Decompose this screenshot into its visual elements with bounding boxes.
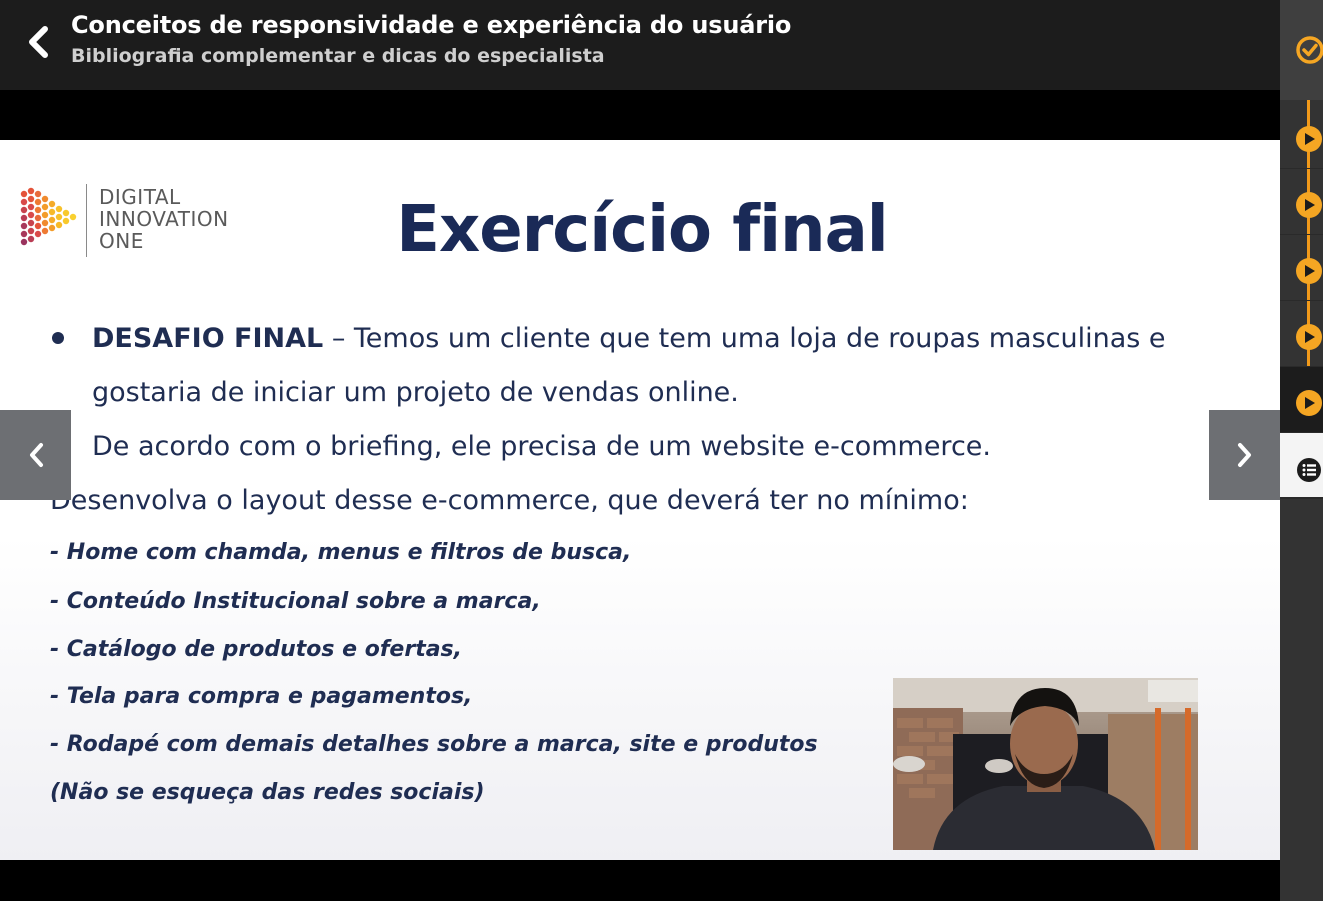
list-icon bbox=[1297, 458, 1321, 482]
slide-bullet-line-1: DESAFIO FINAL – Temos um cliente que tem… bbox=[92, 320, 1166, 358]
requirement-item: - Catálogo de produtos e ofertas, bbox=[50, 637, 463, 662]
bullet-bold-label: DESAFIO FINAL bbox=[92, 323, 324, 354]
next-button[interactable] bbox=[1209, 410, 1280, 500]
lesson-header: Conceitos de responsividade e experiênci… bbox=[0, 0, 1280, 90]
requirement-item: - Tela para compra e pagamentos, bbox=[50, 684, 473, 709]
lesson-item[interactable] bbox=[1280, 235, 1323, 301]
slide-line-3: De acordo com o briefing, ele precisa de… bbox=[92, 431, 991, 462]
slide-line-2: gostaria de iniciar um projeto de vendas… bbox=[92, 377, 739, 408]
bullet-rest-text: – Temos um cliente que tem uma loja de r… bbox=[323, 323, 1166, 354]
previous-button[interactable] bbox=[0, 410, 71, 500]
slide: DIGITAL INNOVATION ONE Exercício final D… bbox=[0, 140, 1280, 860]
requirement-item: - Rodapé com demais detalhes sobre a mar… bbox=[50, 732, 818, 757]
chevron-left-icon bbox=[29, 26, 48, 58]
course-title: Conceitos de responsividade e experiênci… bbox=[71, 11, 792, 39]
lesson-item-current[interactable] bbox=[1280, 367, 1323, 433]
instructor-video-frame bbox=[893, 678, 1198, 850]
completed-status[interactable] bbox=[1280, 0, 1323, 100]
bullet-dot bbox=[52, 332, 64, 344]
check-circle-icon bbox=[1296, 36, 1323, 64]
lesson-item[interactable] bbox=[1280, 301, 1323, 367]
play-circle-icon bbox=[1296, 258, 1322, 284]
play-circle-icon bbox=[1296, 324, 1322, 350]
back-button[interactable] bbox=[18, 20, 58, 64]
requirement-item: - Home com chamda, menus e filtros de bu… bbox=[50, 540, 632, 565]
play-circle-icon bbox=[1296, 126, 1322, 152]
instructor-webcam bbox=[893, 678, 1198, 850]
requirement-item: (Não se esqueça das redes sociais) bbox=[50, 780, 485, 805]
play-circle-icon bbox=[1296, 390, 1322, 416]
lesson-sidebar bbox=[1280, 0, 1323, 901]
lesson-item[interactable] bbox=[1280, 169, 1323, 235]
chevron-right-icon bbox=[1237, 443, 1251, 467]
lesson-subtitle: Bibliografia complementar e dicas do esp… bbox=[71, 45, 605, 67]
slide-line-4: Desenvolva o layout desse e-commerce, qu… bbox=[50, 485, 969, 516]
play-circle-icon bbox=[1296, 192, 1322, 218]
slide-title: Exercício final bbox=[396, 193, 888, 267]
requirement-item: - Conteúdo Institucional sobre a marca, bbox=[50, 589, 541, 614]
lesson-item[interactable] bbox=[1280, 103, 1323, 169]
lesson-list-button[interactable] bbox=[1280, 433, 1323, 499]
chevron-left-icon bbox=[29, 443, 43, 467]
